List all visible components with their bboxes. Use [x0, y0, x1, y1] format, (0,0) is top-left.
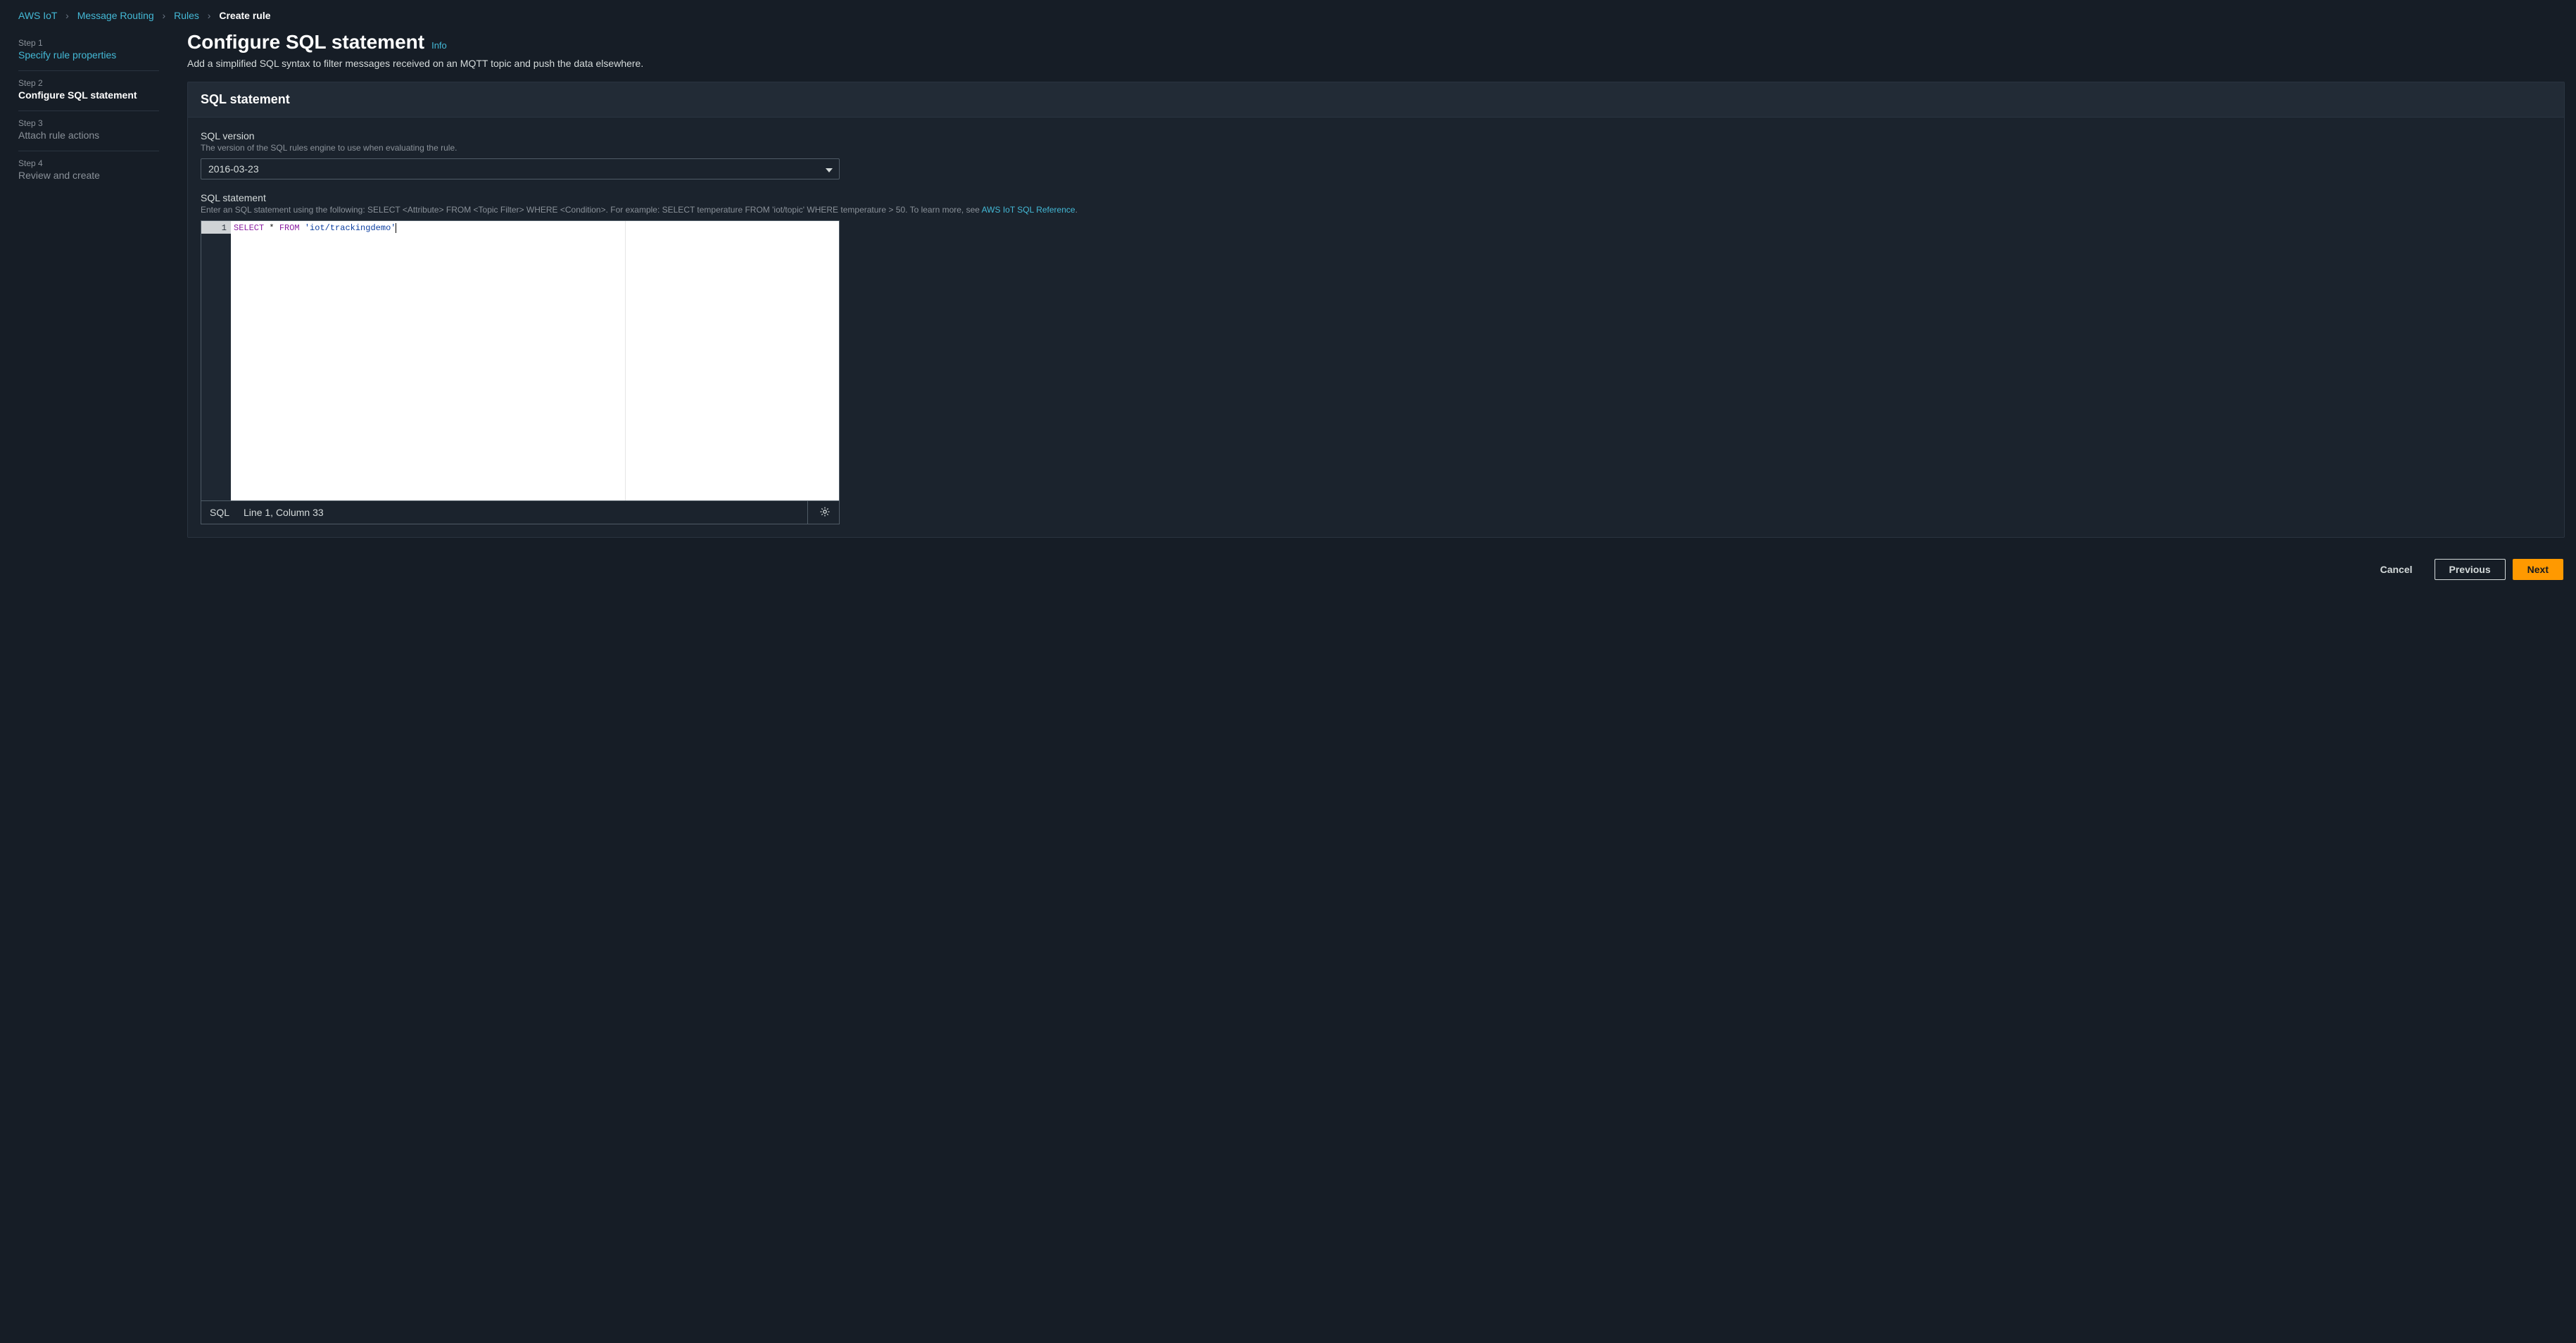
sql-version-field: SQL version The version of the SQL rules… — [201, 130, 2551, 179]
footer-actions: Cancel Previous Next — [187, 559, 2565, 580]
info-link[interactable]: Info — [431, 40, 447, 51]
cancel-button[interactable]: Cancel — [2366, 559, 2427, 580]
wizard-step-title: Review and create — [18, 170, 159, 181]
breadcrumb-aws-iot[interactable]: AWS IoT — [18, 10, 57, 21]
editor-code-area[interactable]: SELECT * FROM 'iot/trackingdemo' — [231, 221, 839, 500]
wizard-step-4[interactable]: Step 4 Review and create — [18, 151, 159, 191]
sql-statement-field: SQL statement Enter an SQL statement usi… — [201, 192, 2551, 524]
page-title: Configure SQL statement — [187, 31, 424, 53]
gear-icon — [819, 506, 831, 519]
editor-settings-button[interactable] — [816, 503, 833, 522]
wizard-step-2[interactable]: Step 2 Configure SQL statement — [18, 71, 159, 111]
code-star: * — [264, 223, 279, 233]
code-space — [300, 223, 305, 233]
editor-language-label: SQL — [210, 507, 229, 518]
panel-title: SQL statement — [201, 92, 2551, 107]
wizard-step-title: Specify rule properties — [18, 49, 159, 61]
sql-statement-hint-suffix: . — [1075, 205, 1078, 215]
sql-version-hint: The version of the SQL rules engine to u… — [201, 143, 2551, 153]
sql-statement-hint: Enter an SQL statement using the followi… — [201, 205, 2551, 215]
breadcrumb-message-routing[interactable]: Message Routing — [77, 10, 154, 21]
resize-handle-icon[interactable] — [829, 491, 838, 499]
editor-gutter: 1 — [201, 221, 231, 500]
code-keyword-select: SELECT — [234, 223, 264, 233]
sql-statement-panel: SQL statement SQL version The version of… — [187, 82, 2565, 538]
sql-statement-label: SQL statement — [201, 192, 2551, 203]
chevron-right-icon: › — [163, 10, 166, 21]
editor-cursor-position: Line 1, Column 33 — [244, 507, 324, 518]
next-button[interactable]: Next — [2513, 559, 2563, 580]
wizard-step-number: Step 1 — [18, 38, 159, 48]
sql-code-editor[interactable]: 1 SELECT * FROM 'iot/trackingdemo' — [201, 220, 840, 500]
code-string-topic: 'iot/trackingdemo' — [305, 223, 396, 233]
wizard-step-number: Step 2 — [18, 78, 159, 88]
wizard-step-1[interactable]: Step 1 Specify rule properties — [18, 31, 159, 71]
sql-version-label: SQL version — [201, 130, 2551, 141]
wizard-step-3[interactable]: Step 3 Attach rule actions — [18, 111, 159, 151]
wizard-steps-sidebar: Step 1 Specify rule properties Step 2 Co… — [18, 31, 159, 191]
wizard-step-number: Step 4 — [18, 158, 159, 168]
main-content: Configure SQL statement Info Add a simpl… — [187, 31, 2565, 580]
line-number: 1 — [201, 221, 231, 234]
code-keyword-from: FROM — [279, 223, 300, 233]
editor-status-bar: SQL Line 1, Column 33 — [201, 500, 840, 524]
sql-version-select[interactable]: 2016-03-23 — [201, 158, 840, 179]
breadcrumb-current: Create rule — [219, 10, 270, 21]
sql-reference-link[interactable]: AWS IoT SQL Reference — [982, 205, 1075, 215]
breadcrumb: AWS IoT › Message Routing › Rules › Crea… — [0, 0, 2576, 28]
previous-button[interactable]: Previous — [2435, 559, 2506, 580]
wizard-step-title: Attach rule actions — [18, 130, 159, 141]
sql-statement-hint-text: Enter an SQL statement using the followi… — [201, 205, 982, 215]
page-subtitle: Add a simplified SQL syntax to filter me… — [187, 58, 2565, 69]
page-header: Configure SQL statement Info Add a simpl… — [187, 31, 2565, 69]
editor-ruler — [625, 221, 626, 500]
breadcrumb-rules[interactable]: Rules — [174, 10, 199, 21]
wizard-step-number: Step 3 — [18, 118, 159, 128]
chevron-right-icon: › — [65, 10, 69, 21]
wizard-step-title: Configure SQL statement — [18, 89, 159, 101]
chevron-right-icon: › — [208, 10, 211, 21]
panel-header: SQL statement — [188, 82, 2564, 118]
